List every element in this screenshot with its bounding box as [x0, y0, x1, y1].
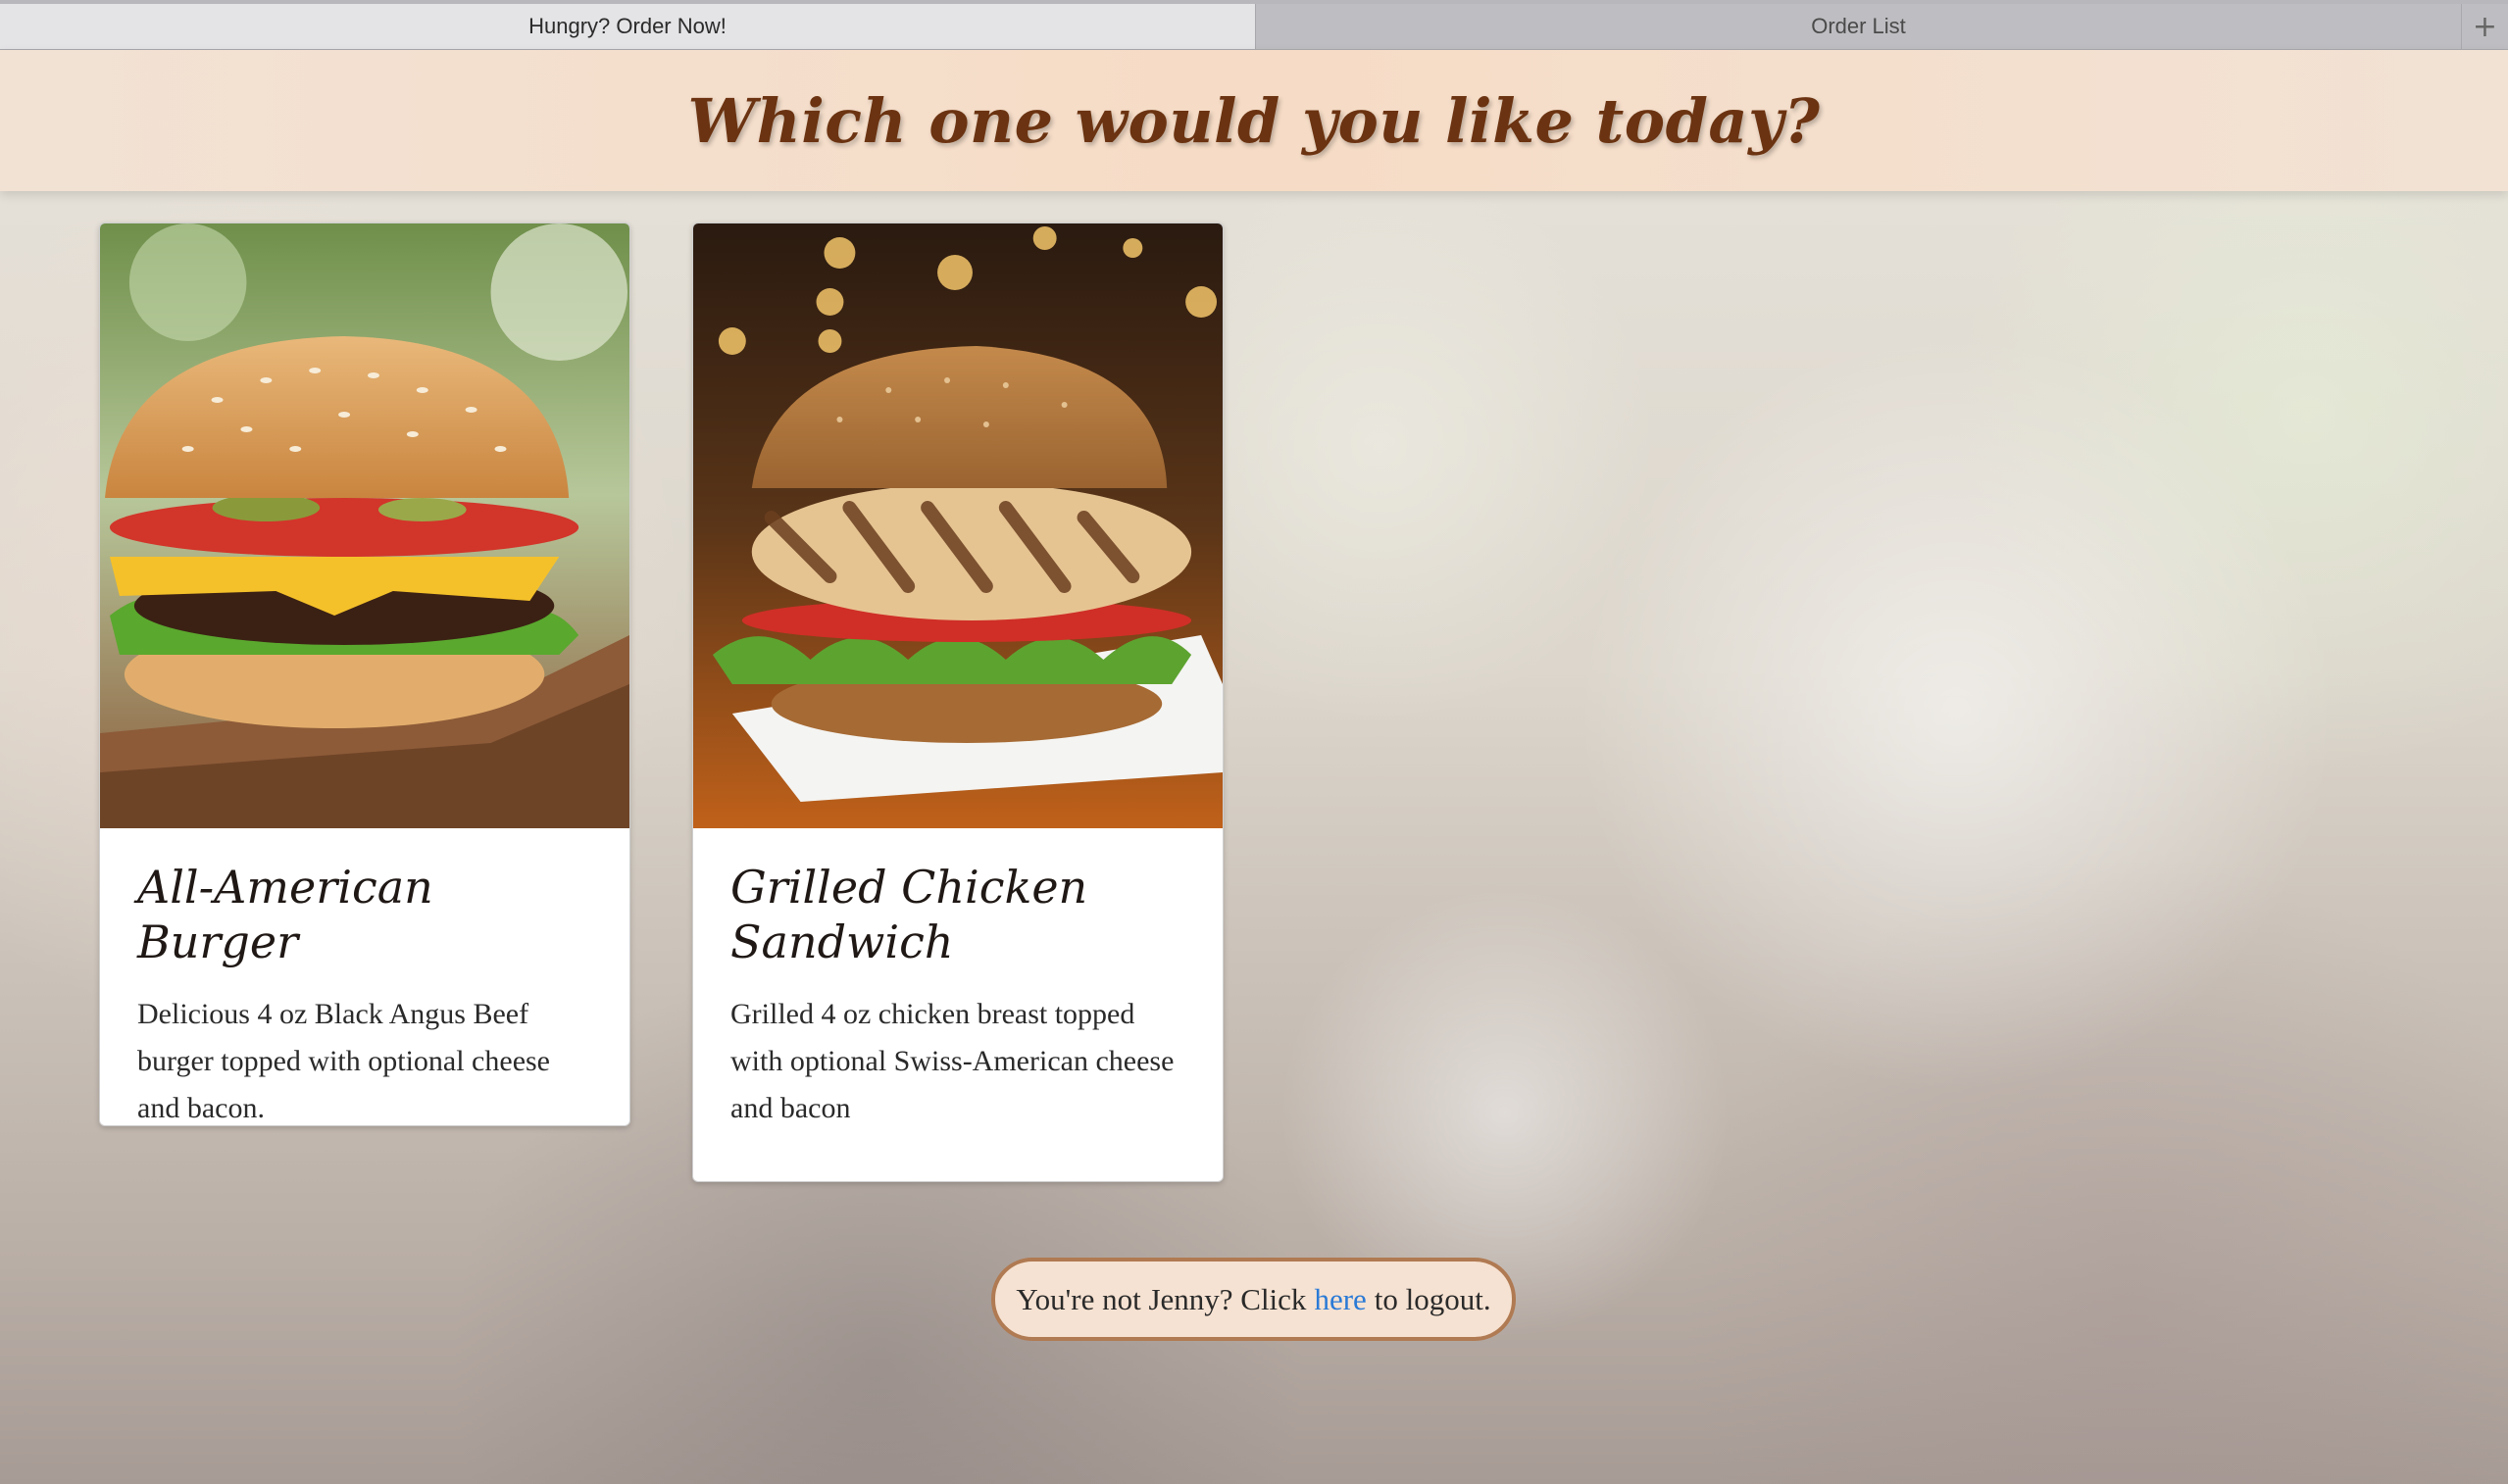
logout-link[interactable]: here [1314, 1282, 1366, 1317]
menu-item-title: Grilled Chicken Sandwich [730, 861, 1088, 968]
tab-order-now[interactable]: Hungry? Order Now! [0, 4, 1256, 49]
burger-photo [100, 223, 629, 828]
menu-card-burger[interactable]: All-American Burger Delicious 4 oz Black… [99, 223, 630, 1126]
tab-label: Hungry? Order Now! [528, 14, 727, 38]
menu-item-description: Delicious 4 oz Black Angus Beef burger t… [137, 998, 550, 1124]
new-tab-button[interactable]: + [2462, 4, 2508, 49]
menu-item-description: Grilled 4 oz chicken breast topped with … [730, 998, 1175, 1124]
chicken-sandwich-image [693, 223, 1223, 828]
beef-burger-image [100, 223, 629, 828]
logout-prefix-text: You're not Jenny? Click [1016, 1281, 1307, 1316]
menu-item-title: All-American Burger [137, 861, 433, 968]
chicken-photo [693, 223, 1223, 828]
tab-order-list[interactable]: Order List [1256, 4, 2462, 49]
logout-notice: You're not Jenny? Click here to logout. [991, 1258, 1516, 1341]
plus-icon: + [2472, 9, 2498, 44]
logout-suffix-text: to logout. [1374, 1281, 1491, 1316]
tab-label: Order List [1811, 14, 1906, 38]
browser-tab-bar: Hungry? Order Now! Order List + [0, 0, 2508, 50]
card-body: Grilled Chicken Sandwich Grilled 4 oz ch… [693, 828, 1223, 1162]
menu-card-chicken[interactable]: Grilled Chicken Sandwich Grilled 4 oz ch… [692, 223, 1224, 1182]
card-body: All-American Burger Delicious 4 oz Black… [100, 828, 629, 1125]
page-title: Which one would you like today? [687, 84, 1821, 157]
header-banner: Which one would you like today? [0, 50, 2508, 191]
